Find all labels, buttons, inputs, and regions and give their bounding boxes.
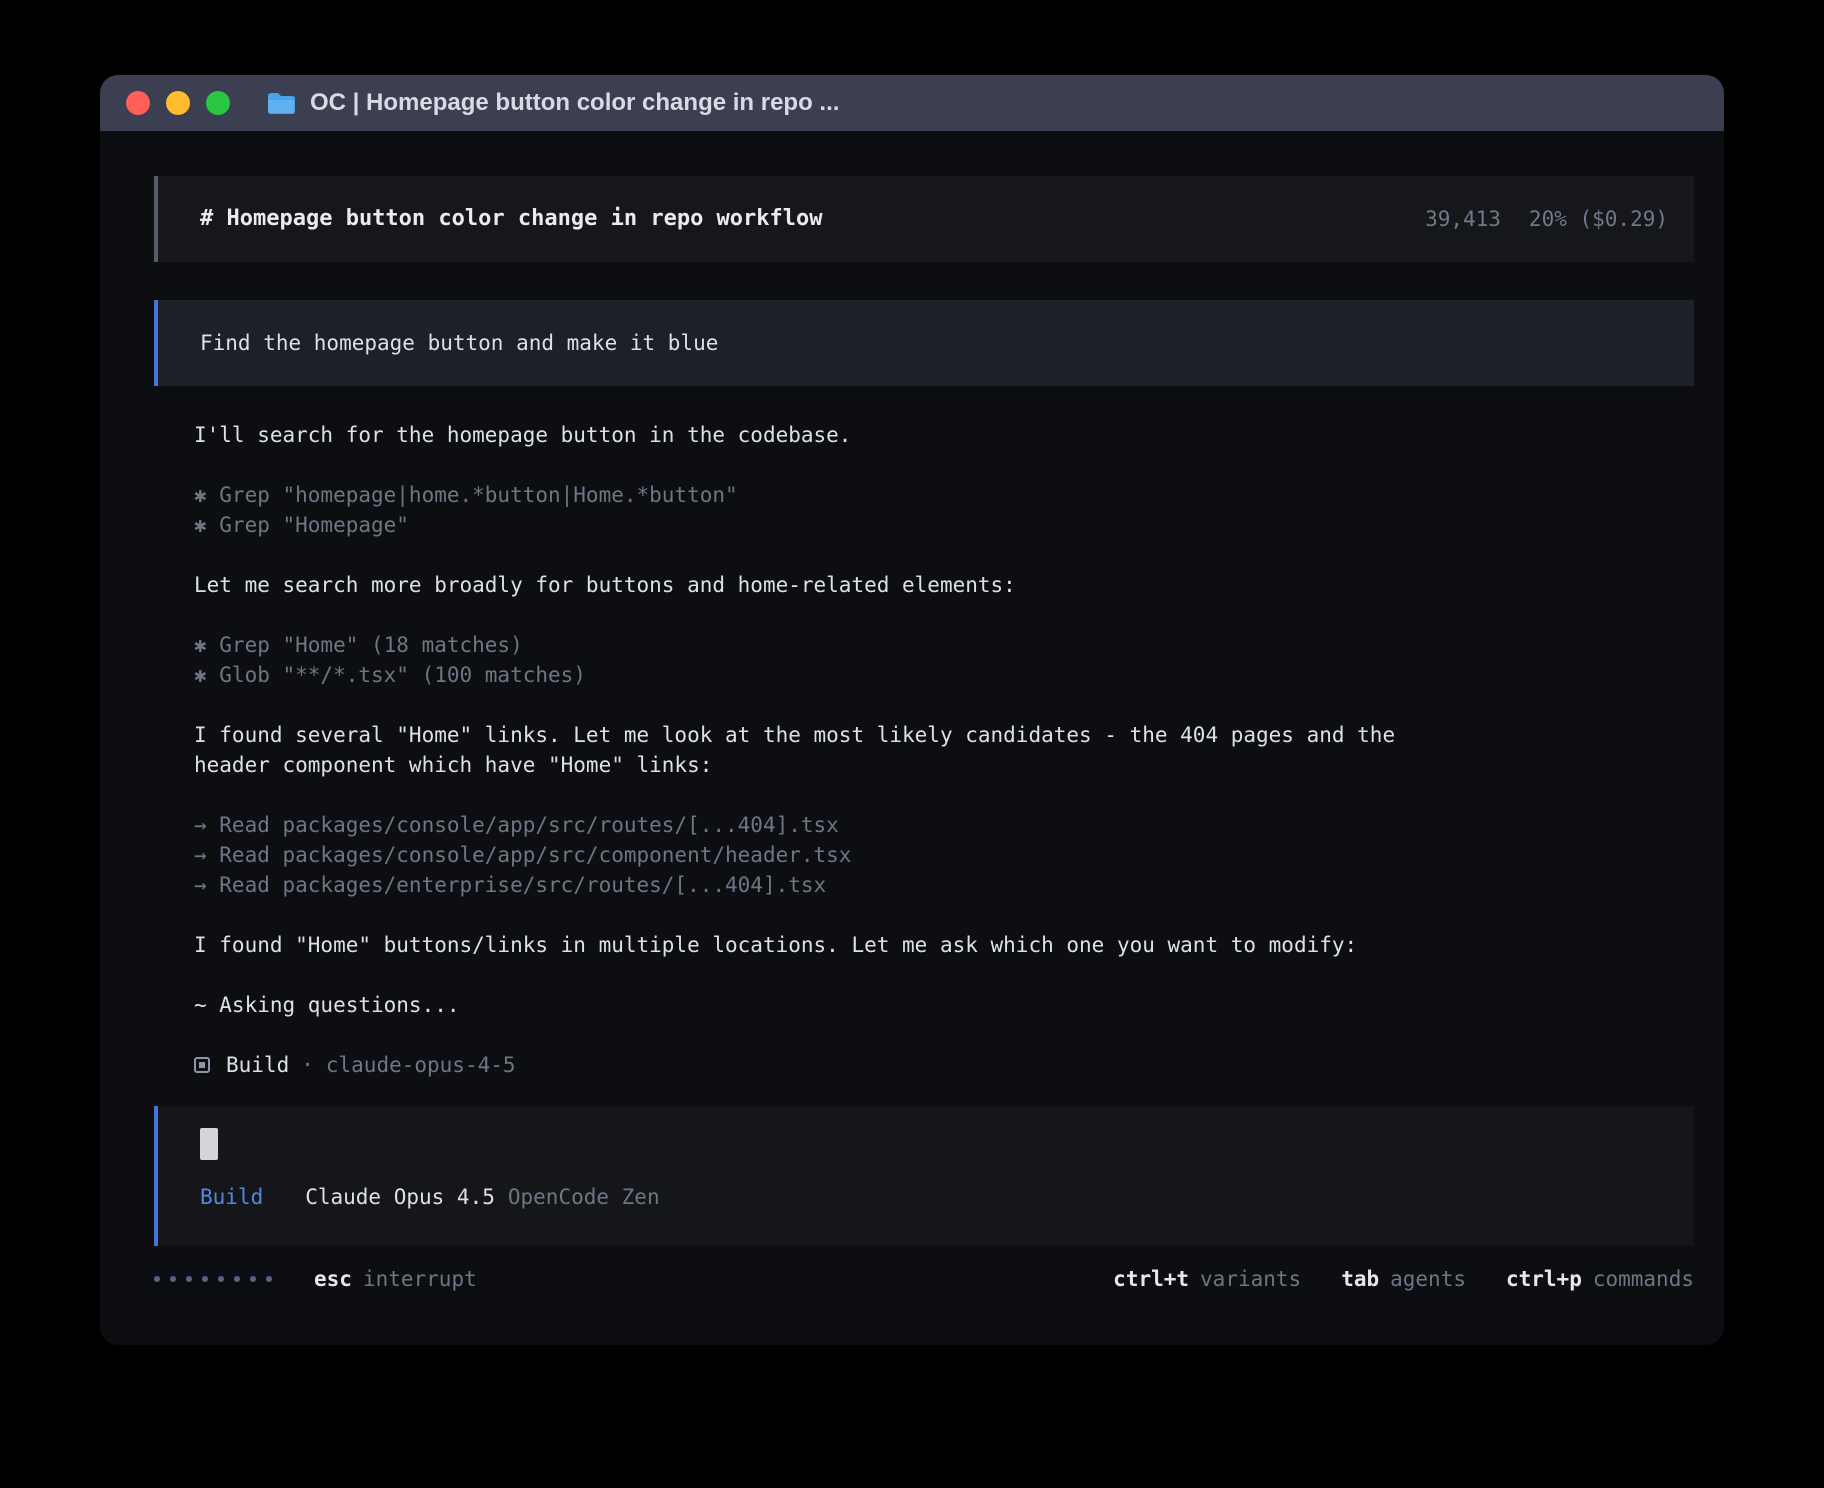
user-message: Find the homepage button and make it blu… — [154, 300, 1694, 386]
assistant-status-text: ~ Asking questions... — [194, 990, 1694, 1020]
folder-icon — [266, 91, 296, 116]
traffic-lights — [126, 91, 230, 115]
tool-call-grep: ✱ Grep "Homepage" — [194, 510, 1694, 540]
shortcut-key: tab — [1341, 1264, 1379, 1294]
session-header: # Homepage button color change in repo w… — [154, 176, 1694, 262]
context-usage: 20% ($0.29) — [1529, 204, 1668, 234]
tool-call-glob: ✱ Glob "**/*.tsx" (100 matches) — [194, 660, 1694, 690]
zoom-window-button[interactable] — [206, 91, 230, 115]
statusbar: esc interrupt ctrl+t variants tab agents… — [154, 1264, 1694, 1294]
shortcut-hints: ctrl+t variants tab agents ctrl+p comman… — [1073, 1264, 1694, 1294]
tool-call-read: → Read packages/console/app/src/routes/[… — [194, 810, 1694, 840]
assistant-text: I'll search for the homepage button in t… — [194, 420, 1694, 450]
model-label[interactable]: Claude Opus 4.5 — [305, 1182, 495, 1212]
input-meta: Build Claude Opus 4.5 OpenCode Zen — [200, 1182, 1668, 1212]
tool-call-grep: ✱ Grep "Home" (18 matches) — [194, 630, 1694, 660]
tool-call-read: → Read packages/enterprise/src/routes/[.… — [194, 870, 1694, 900]
transcript: I'll search for the homepage button in t… — [154, 420, 1694, 1080]
shortcut-key: ctrl+p — [1506, 1264, 1582, 1294]
assistant-text: I found several "Home" links. Let me loo… — [194, 720, 1694, 750]
provider-label: OpenCode Zen — [508, 1182, 660, 1212]
session-title: # Homepage button color change in repo w… — [200, 204, 1425, 234]
titlebar: OC | Homepage button color change in rep… — [100, 75, 1724, 131]
esc-key-hint: esc — [314, 1264, 352, 1294]
token-count: 39,413 — [1425, 204, 1501, 234]
assistant-text: I found "Home" buttons/links in multiple… — [194, 930, 1694, 960]
tool-call-grep: ✱ Grep "homepage|home.*button|Home.*butt… — [194, 480, 1694, 510]
agent-name: Build — [226, 1050, 289, 1080]
user-message-text: Find the homepage button and make it blu… — [200, 328, 718, 358]
shortcut-label: variants — [1200, 1264, 1301, 1294]
assistant-text: Let me search more broadly for buttons a… — [194, 570, 1694, 600]
mode-label[interactable]: Build — [200, 1182, 263, 1212]
shortcut-label: commands — [1593, 1264, 1694, 1294]
minimize-window-button[interactable] — [166, 91, 190, 115]
text-cursor — [200, 1128, 218, 1160]
spinner-dots — [154, 1276, 272, 1282]
close-window-button[interactable] — [126, 91, 150, 115]
shortcut-commands: ctrl+p commands — [1506, 1264, 1694, 1294]
assistant-text: header component which have "Home" links… — [194, 750, 1694, 780]
shortcut-variants: ctrl+t variants — [1113, 1264, 1301, 1294]
tool-call-read: → Read packages/console/app/src/componen… — [194, 840, 1694, 870]
agent-status-line: Build · claude-opus-4-5 — [194, 1050, 1694, 1080]
shortcut-key: ctrl+t — [1113, 1264, 1189, 1294]
agent-build-icon — [194, 1057, 210, 1073]
shortcut-label: agents — [1390, 1264, 1466, 1294]
window-title: OC | Homepage button color change in rep… — [310, 89, 839, 117]
shortcut-agents: tab agents — [1341, 1264, 1466, 1294]
prompt-input[interactable]: Build Claude Opus 4.5 OpenCode Zen — [154, 1106, 1694, 1246]
esc-key-label: interrupt — [363, 1264, 477, 1294]
separator-dot: · — [301, 1050, 314, 1080]
agent-model: claude-opus-4-5 — [326, 1050, 516, 1080]
session-stats: 39,413 20% ($0.29) — [1425, 204, 1668, 234]
terminal-window: OC | Homepage button color change in rep… — [100, 75, 1724, 1345]
